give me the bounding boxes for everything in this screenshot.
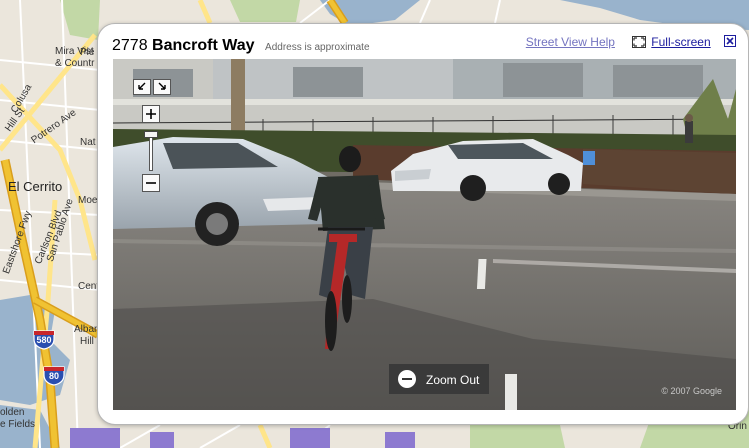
address-approximate-note: Address is approximate: [265, 42, 370, 53]
address-number: 2778: [112, 37, 148, 54]
zoom-slider-thumb[interactable]: [144, 131, 158, 138]
map-label-albany: Alban: [74, 324, 100, 335]
interstate-580-label: 580: [36, 335, 52, 345]
zoom-out-button[interactable]: Zoom Out: [389, 364, 489, 394]
map-label-pie: Pie: [80, 47, 95, 58]
street-view-info-window: 2778 Bancroft Way Address is approximate…: [97, 23, 749, 425]
map-label-el-cerrito: El Cerrito: [8, 179, 63, 194]
zoom-slider-track[interactable]: [149, 135, 153, 171]
fullscreen-icon[interactable]: [632, 36, 647, 48]
map-label-country: & Countr: [55, 58, 95, 69]
interstate-80-label: 80: [48, 371, 59, 381]
zoom-out-label: Zoom Out: [426, 373, 480, 387]
address-street: Bancroft Way: [152, 37, 255, 54]
zoom-out-small-button[interactable]: [142, 174, 160, 192]
close-icon[interactable]: [724, 35, 736, 47]
map-label-fields: e Fields: [0, 419, 36, 430]
pan-left-button[interactable]: [133, 79, 151, 95]
pan-right-button[interactable]: [153, 79, 171, 95]
fullscreen-link[interactable]: Full-screen: [651, 35, 710, 49]
info-window-header: 2778 Bancroft Way Address is approximate…: [112, 34, 736, 56]
plus-icon: [146, 109, 156, 119]
zoom-in-button[interactable]: [142, 105, 160, 123]
address-title: 2778 Bancroft Way Address is approximate: [112, 37, 370, 55]
panorama-scene: [113, 59, 736, 410]
interstate-80-shield-icon: 80: [42, 366, 66, 386]
zoom-out-circle-icon: [398, 370, 416, 388]
interstate-580-shield-icon: 580: [32, 330, 56, 350]
map-label-golden: olden: [0, 407, 25, 418]
header-links: Street View Help Full-screen: [526, 35, 736, 49]
map-label-hill: Hill: [80, 336, 94, 347]
street-view-panorama[interactable]: Zoom Out © 2007 Google: [113, 59, 736, 410]
arrow-down-right-icon: [158, 82, 166, 90]
copyright-notice: © 2007 Google: [661, 386, 722, 396]
street-view-help-link[interactable]: Street View Help: [526, 35, 615, 49]
arrow-down-left-icon: [138, 82, 146, 90]
minus-icon: [146, 182, 156, 184]
map-label-nat: Nat: [80, 137, 96, 148]
